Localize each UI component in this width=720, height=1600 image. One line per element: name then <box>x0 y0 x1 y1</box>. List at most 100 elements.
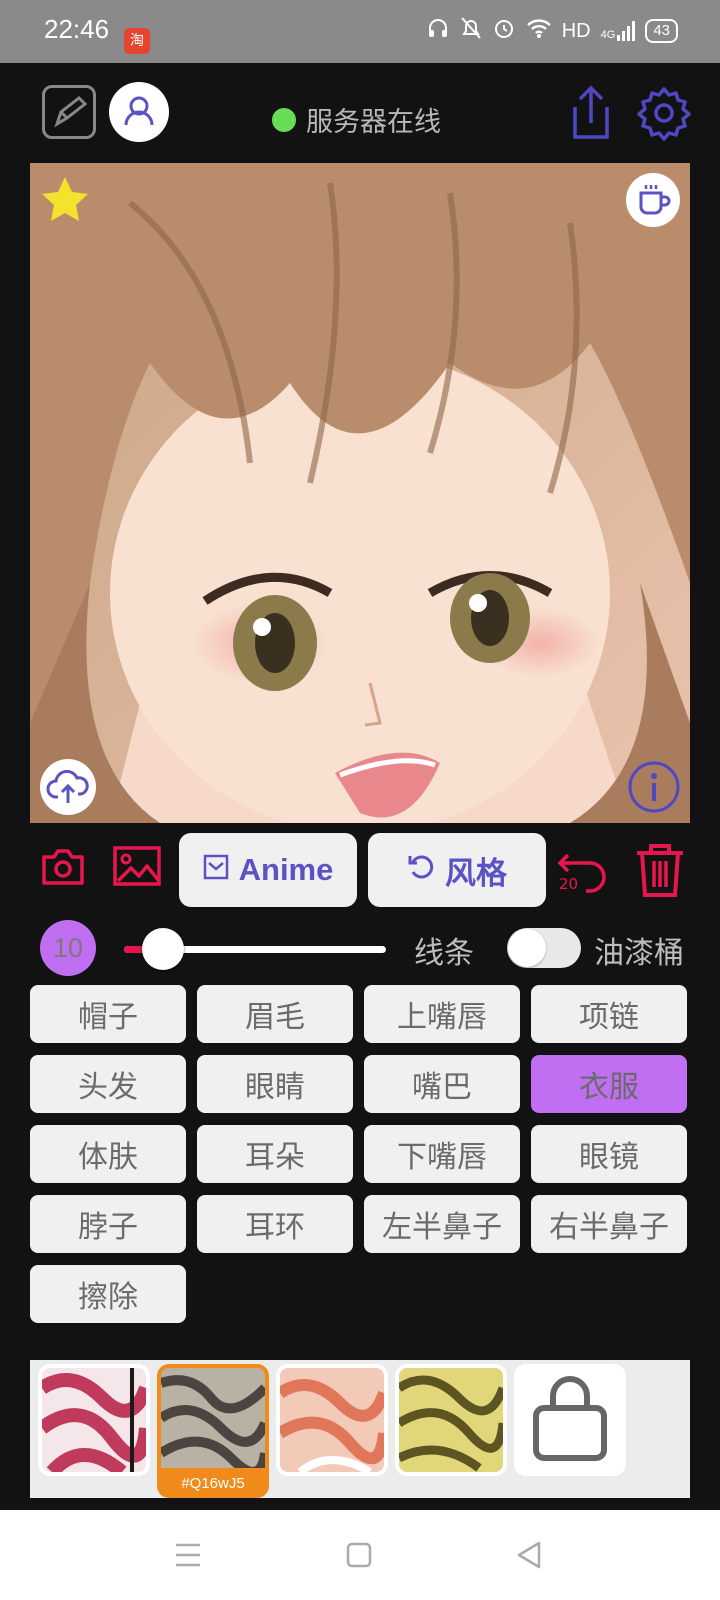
part-chip-label: 擦除 <box>78 1280 138 1315</box>
coffee-cup-icon <box>639 185 671 215</box>
texture-swatch-3[interactable] <box>280 1368 384 1472</box>
gallery-button[interactable] <box>112 843 162 893</box>
home-icon[interactable] <box>346 1542 372 1572</box>
brush-row: 10 线条 油漆桶 <box>0 920 720 978</box>
upload-cloud-icon <box>46 769 89 803</box>
gear-icon <box>636 87 692 145</box>
part-chip-lower-lip[interactable]: 下嘴唇 <box>364 1125 520 1183</box>
part-chip-label: 衣服 <box>579 1070 639 1105</box>
trash-icon <box>637 844 683 897</box>
part-chip-skin[interactable]: 体肤 <box>30 1125 186 1183</box>
server-status: 服务器在线 <box>272 100 441 139</box>
part-chip-label: 耳朵 <box>245 1140 305 1175</box>
delete-button[interactable] <box>633 841 687 903</box>
texture-shop-button[interactable] <box>518 1368 622 1472</box>
part-chip-eyes[interactable]: 眼睛 <box>197 1055 353 1113</box>
texture-swatch-1[interactable] <box>42 1368 146 1472</box>
status-icons: HD 4G 43 <box>426 16 678 46</box>
part-chip-ears[interactable]: 耳朵 <box>197 1125 353 1183</box>
part-chip-upper-lip[interactable]: 上嘴唇 <box>364 985 520 1043</box>
part-chip-label: 眼睛 <box>245 1070 305 1105</box>
system-nav-bar <box>0 1510 720 1600</box>
image-icon <box>113 846 161 886</box>
wifi-icon <box>526 17 552 45</box>
part-chip-label: 体肤 <box>78 1140 138 1175</box>
share-button[interactable] <box>565 83 615 143</box>
toggle-thumb <box>508 929 546 967</box>
undo-count: 20 <box>559 875 579 893</box>
part-chip-label: 右半鼻子 <box>549 1210 669 1245</box>
texture-tray: #Q16wJ5 <box>30 1360 690 1498</box>
info-button[interactable] <box>626 759 682 815</box>
server-status-dot <box>272 107 296 132</box>
part-chip-label: 上嘴唇 <box>397 1000 487 1035</box>
part-chip-label: 眼镜 <box>579 1140 639 1175</box>
undo-button[interactable]: 20 <box>556 845 614 897</box>
brush-size-badge: 10 <box>40 920 96 976</box>
signal-icon: 4G <box>601 21 636 41</box>
bell-off-icon <box>460 16 482 46</box>
part-chip-label: 眉毛 <box>245 1000 305 1035</box>
camera-button[interactable] <box>40 847 86 891</box>
battery-indicator: 43 <box>645 19 678 43</box>
texture-code-label: #Q16wJ5 <box>181 1475 245 1492</box>
status-time: 22:46 <box>44 14 110 44</box>
anime-portrait-image <box>30 163 690 823</box>
part-chip-clothes[interactable]: 衣服 <box>531 1055 687 1113</box>
paint-bucket-label: 油漆桶 <box>594 936 684 971</box>
shopping-bag-icon <box>518 1368 622 1472</box>
menu-icon[interactable] <box>174 1542 202 1572</box>
signal-label: 4G <box>600 29 616 41</box>
style-button-label: 风格 <box>445 855 507 892</box>
back-icon[interactable] <box>516 1540 542 1574</box>
part-chip-label: 头发 <box>78 1070 138 1105</box>
texture-swatch-2[interactable]: #Q16wJ5 <box>161 1368 265 1494</box>
part-chip-label: 左半鼻子 <box>382 1210 502 1245</box>
part-chip-label: 项链 <box>579 1000 639 1035</box>
status-bar: 22:46 淘 HD 4G 43 <box>0 0 720 63</box>
user-button[interactable] <box>109 82 169 142</box>
alarm-icon <box>492 16 516 46</box>
camera-icon <box>42 849 84 885</box>
tool-row: Anime 风格 20 <box>0 833 720 913</box>
part-chip-erase[interactable]: 擦除 <box>30 1265 186 1323</box>
upload-cloud-button[interactable] <box>40 759 96 815</box>
coffee-cup-button[interactable] <box>626 173 680 227</box>
rotate-ccw-icon <box>407 852 435 888</box>
style-button[interactable]: 风格 <box>368 833 546 907</box>
part-chip-earrings[interactable]: 耳环 <box>197 1195 353 1253</box>
network-label: HD <box>561 19 591 42</box>
anime-mode-button[interactable]: Anime <box>179 833 357 907</box>
slider-thumb[interactable] <box>142 928 184 970</box>
settings-button[interactable] <box>636 85 692 141</box>
part-chip-hat[interactable]: 帽子 <box>30 985 186 1043</box>
part-chip-label: 帽子 <box>78 1000 138 1035</box>
anime-portrait-canvas[interactable] <box>30 163 690 823</box>
part-chip-label: 耳环 <box>245 1210 305 1245</box>
part-chip-label: 嘴巴 <box>412 1070 472 1105</box>
headset-icon <box>426 16 450 46</box>
part-chip-label: 脖子 <box>78 1210 138 1245</box>
paint-bucket-toggle[interactable] <box>507 928 581 968</box>
texture-swatch-4[interactable] <box>399 1368 503 1472</box>
part-chip-eyebrows[interactable]: 眉毛 <box>197 985 353 1043</box>
line-label: 线条 <box>414 936 474 971</box>
part-chip-neck[interactable]: 脖子 <box>30 1195 186 1253</box>
part-chip-left-nose[interactable]: 左半鼻子 <box>364 1195 520 1253</box>
mail-check-icon <box>203 852 229 888</box>
top-bar: 服务器在线 <box>0 63 720 161</box>
favorite-star-icon[interactable] <box>40 175 90 227</box>
part-chip-glasses[interactable]: 眼镜 <box>531 1125 687 1183</box>
part-chip-right-nose[interactable]: 右半鼻子 <box>531 1195 687 1253</box>
brush-size-slider[interactable] <box>124 928 386 970</box>
taobao-app-icon: 淘 <box>124 28 150 54</box>
part-chip-necklace[interactable]: 项链 <box>531 985 687 1043</box>
part-chip-label: 下嘴唇 <box>397 1140 487 1175</box>
edit-button[interactable] <box>42 85 96 139</box>
anime-mode-label: Anime <box>238 852 334 887</box>
part-chip-mouth[interactable]: 嘴巴 <box>364 1055 520 1113</box>
part-chip-hair[interactable]: 头发 <box>30 1055 186 1113</box>
server-status-label: 服务器在线 <box>306 107 441 138</box>
share-icon <box>565 85 615 147</box>
info-icon <box>628 761 680 813</box>
